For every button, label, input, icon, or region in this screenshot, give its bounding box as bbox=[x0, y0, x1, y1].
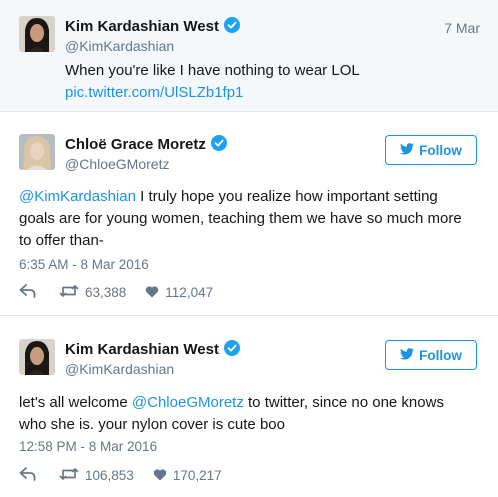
retweet-icon bbox=[59, 467, 79, 484]
follow-button[interactable]: Follow bbox=[385, 340, 477, 370]
retweet-count: 106,853 bbox=[85, 468, 134, 483]
heart-icon bbox=[145, 285, 159, 301]
tweet-card-chloe: Chloë Grace Moretz @ChloeGMoretz Follow … bbox=[0, 112, 498, 316]
author-handle[interactable]: @KimKardashian bbox=[65, 38, 174, 54]
verified-badge-icon bbox=[210, 135, 227, 155]
tweet-date[interactable]: 7 Mar bbox=[444, 20, 480, 36]
reply-icon bbox=[19, 467, 36, 484]
retweet-button[interactable]: 106,853 bbox=[59, 467, 134, 484]
tweet-text: @KimKardashian I truly hope you realize … bbox=[19, 186, 464, 252]
author-name[interactable]: Kim Kardashian West bbox=[65, 17, 240, 37]
tweet-text: When you're like I have nothing to wear … bbox=[65, 62, 360, 79]
twitter-bird-icon bbox=[400, 347, 415, 363]
tweet-text: let's all welcome @ChloeGMoretz to twitt… bbox=[19, 392, 464, 436]
author-handle[interactable]: @KimKardashian bbox=[65, 361, 174, 377]
like-count: 112,047 bbox=[165, 285, 214, 300]
avatar-kim[interactable] bbox=[19, 339, 55, 375]
author-name-text[interactable]: Kim Kardashian West bbox=[65, 18, 219, 35]
avatar-chloe[interactable] bbox=[19, 134, 55, 170]
heart-icon bbox=[153, 468, 167, 484]
follow-button-label: Follow bbox=[419, 142, 462, 158]
mention-link[interactable]: @ChloeGMoretz bbox=[132, 394, 244, 411]
avatar-kim[interactable] bbox=[19, 16, 55, 52]
like-button[interactable]: 112,047 bbox=[145, 285, 213, 301]
like-count: 170,217 bbox=[172, 468, 222, 483]
follow-button[interactable]: Follow bbox=[385, 135, 477, 165]
tweet-text-before: let's all welcome bbox=[19, 394, 132, 411]
author-name-text[interactable]: Kim Kardashian West bbox=[65, 341, 219, 358]
reply-icon bbox=[19, 284, 36, 301]
tweet-media-link[interactable]: pic.twitter.com/UlSLZb1fp1 bbox=[65, 82, 243, 104]
tweet-actions: 63,388 112,047 bbox=[19, 284, 213, 301]
author-name[interactable]: Kim Kardashian West bbox=[65, 340, 240, 360]
retweet-count: 63,388 bbox=[85, 285, 127, 300]
author-name[interactable]: Chloë Grace Moretz bbox=[65, 135, 227, 155]
like-button[interactable]: 170,217 bbox=[153, 468, 222, 484]
reply-button[interactable] bbox=[19, 467, 36, 484]
tweet-card-kim-1: Kim Kardashian West @KimKardashian 7 Mar… bbox=[0, 0, 498, 112]
mention-link[interactable]: @KimKardashian bbox=[19, 188, 136, 205]
verified-badge-icon bbox=[223, 17, 240, 37]
tweet-timestamp[interactable]: 6:35 AM - 8 Mar 2016 bbox=[19, 257, 149, 272]
author-handle[interactable]: @ChloeGMoretz bbox=[65, 156, 169, 172]
follow-button-label: Follow bbox=[419, 347, 462, 363]
tweet-timestamp[interactable]: 12:58 PM - 8 Mar 2016 bbox=[19, 439, 157, 454]
retweet-icon bbox=[59, 284, 79, 301]
tweet-card-kim-2: Kim Kardashian West @KimKardashian Follo… bbox=[0, 316, 498, 497]
reply-button[interactable] bbox=[19, 284, 36, 301]
author-name-text[interactable]: Chloë Grace Moretz bbox=[65, 136, 206, 153]
retweet-button[interactable]: 63,388 bbox=[59, 284, 126, 301]
twitter-bird-icon bbox=[400, 142, 415, 158]
tweet-actions: 106,853 170,217 bbox=[19, 467, 222, 484]
verified-badge-icon bbox=[223, 340, 240, 360]
